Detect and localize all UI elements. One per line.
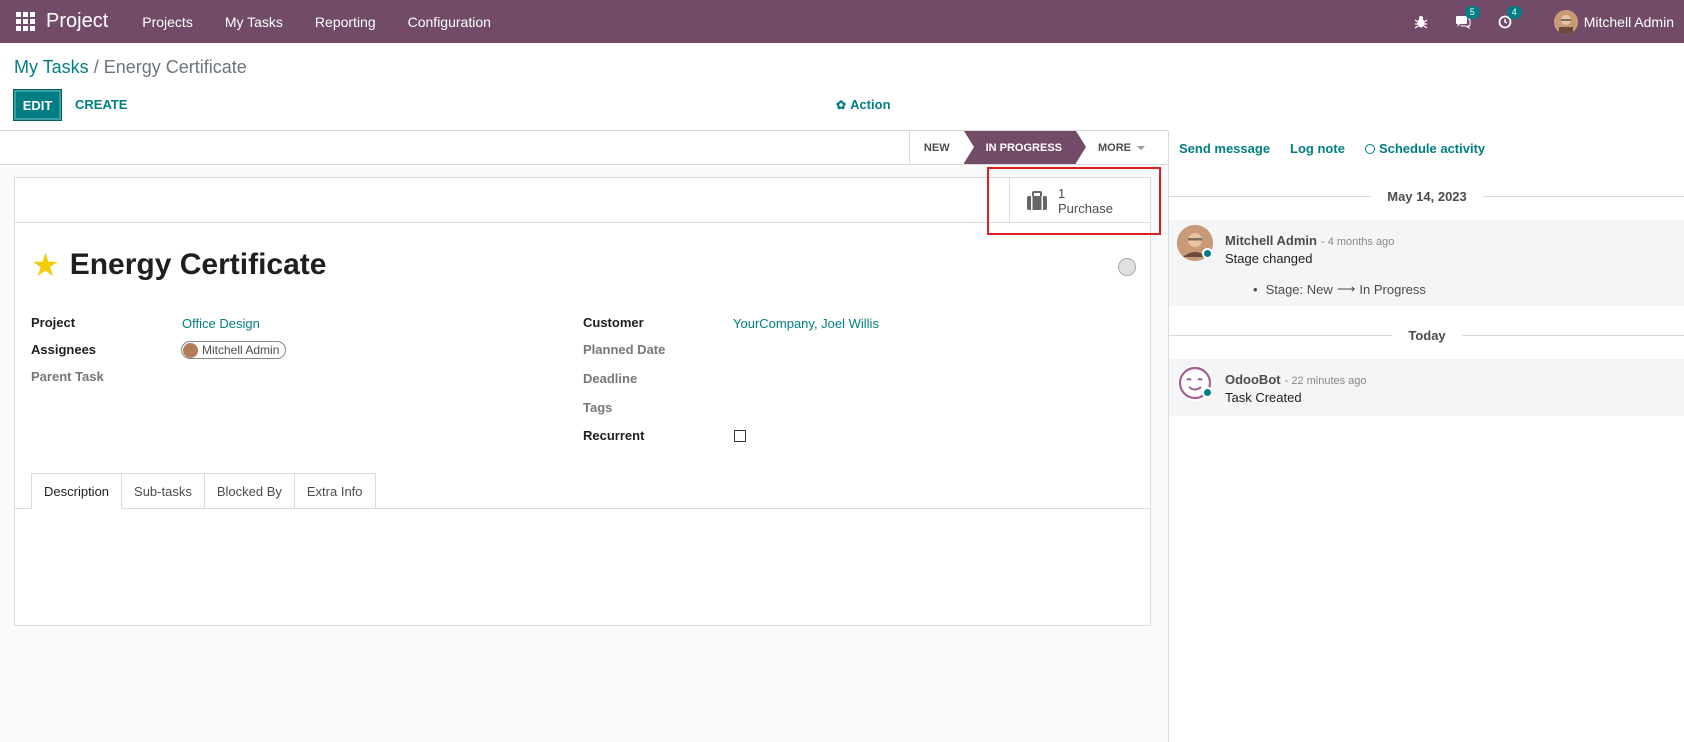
tags-label: Tags: [583, 400, 613, 415]
systray: 5 4 Mitchell Admin: [1400, 0, 1684, 43]
tab-blocked-by[interactable]: Blocked By: [203, 473, 295, 508]
arrow-right-icon: ⟶: [1336, 281, 1356, 296]
menu-projects[interactable]: Projects: [126, 14, 209, 30]
clock-icon: [1364, 143, 1375, 154]
user-menu[interactable]: Mitchell Admin: [1553, 9, 1674, 34]
message-timestamp: - 4 months ago: [1320, 236, 1395, 248]
activity-count-badge: 4: [1506, 5, 1522, 19]
title-row: ★ Energy Certificate: [31, 248, 326, 282]
stage-more-label: MORE: [1098, 141, 1131, 154]
customer-value-link[interactable]: YourCompany, Joel Willis: [733, 316, 879, 331]
assignee-name: Mitchell Admin: [202, 343, 280, 357]
menu-configuration[interactable]: Configuration: [392, 14, 507, 30]
notebook-tabs: Description Sub-tasks Blocked By Extra I…: [31, 473, 376, 509]
create-button[interactable]: CREATE: [75, 97, 127, 112]
stage-more-dropdown[interactable]: MORE: [1076, 131, 1153, 164]
message-author[interactable]: OdooBot - 22 minutes ago: [1225, 372, 1367, 387]
message-timestamp: - 22 minutes ago: [1284, 375, 1367, 387]
message-body: Task Created: [1225, 390, 1302, 405]
breadcrumb-my-tasks[interactable]: My Tasks: [14, 57, 89, 77]
breadcrumb-separator: /: [93, 57, 99, 77]
chat-icon[interactable]: 5: [1455, 5, 1480, 30]
date-separator-1-label: May 14, 2023: [1387, 188, 1467, 204]
deadline-label: Deadline: [583, 371, 638, 386]
chevron-down-icon: [1137, 145, 1145, 150]
menu-reporting[interactable]: Reporting: [299, 14, 392, 30]
assignee-tag[interactable]: Mitchell Admin: [181, 341, 287, 359]
message-item: OdooBot - 22 minutes ago Task Created: [1169, 359, 1684, 416]
send-message-button[interactable]: Send message: [1179, 141, 1270, 156]
user-avatar: [1553, 9, 1578, 34]
stage-new[interactable]: NEW: [910, 131, 964, 164]
debug-bug-icon[interactable]: [1413, 14, 1429, 30]
date-separator-2-label: Today: [1408, 327, 1446, 343]
planned-date-label: Planned Date: [583, 342, 666, 357]
edit-button[interactable]: EDIT: [13, 89, 62, 121]
form-sheet: 1 Purchase ★ Energy Certificate Project …: [14, 177, 1151, 626]
chat-count-badge: 5: [1464, 5, 1480, 19]
message-body: Stage changed: [1225, 251, 1313, 266]
star-icon[interactable]: ★: [31, 249, 60, 281]
apps-menu-icon[interactable]: [14, 11, 36, 33]
date-separator-2: Today: [1169, 327, 1684, 343]
heart-status-icon: [1202, 387, 1213, 398]
breadcrumb: My Tasks / Energy Certificate: [14, 57, 247, 78]
message-author-name: Mitchell Admin: [1225, 233, 1317, 248]
action-label: Action: [850, 97, 891, 112]
smart-button-box: 1 Purchase: [15, 178, 1150, 223]
online-status-dot: [1202, 248, 1213, 259]
recurrent-checkbox[interactable]: [734, 430, 746, 442]
chatter-panel: Send message Log note Schedule activity …: [1168, 131, 1684, 742]
assignees-label: Assignees: [31, 342, 97, 357]
menu-my-tasks[interactable]: My Tasks: [209, 14, 299, 30]
tab-extra-info[interactable]: Extra Info: [293, 473, 376, 508]
tracking-new: In Progress: [1359, 281, 1426, 297]
user-name: Mitchell Admin: [1583, 13, 1674, 30]
stage-in-progress[interactable]: IN PROGRESS: [963, 131, 1087, 164]
tracking-old: Stage: New: [1265, 281, 1333, 297]
project-label: Project: [31, 315, 76, 330]
message-author-name: OdooBot: [1225, 372, 1281, 387]
schedule-activity-button[interactable]: Schedule activity: [1364, 141, 1486, 156]
assignee-avatar: [183, 342, 198, 358]
recurrent-label: Recurrent: [583, 428, 645, 443]
parent-task-label: Parent Task: [31, 369, 104, 384]
kanban-state-indicator[interactable]: [1118, 258, 1136, 276]
breadcrumb-current: Energy Certificate: [103, 57, 247, 77]
stage-selector: NEW IN PROGRESS MORE: [908, 131, 1153, 164]
highlight-annotation-box: [987, 167, 1161, 235]
tabs-divider: [15, 508, 1150, 509]
chatter-topbar: Send message Log note Schedule activity: [1179, 141, 1485, 156]
tracking-value: • Stage: New ⟶ In Progress: [1253, 281, 1426, 297]
tab-description[interactable]: Description: [31, 473, 123, 509]
action-menu-button[interactable]: ✿ Action: [836, 97, 891, 112]
log-note-button[interactable]: Log note: [1290, 141, 1345, 156]
message-author[interactable]: Mitchell Admin - 4 months ago: [1225, 233, 1394, 248]
gear-icon: ✿: [836, 97, 847, 112]
tab-sub-tasks[interactable]: Sub-tasks: [121, 473, 205, 508]
statusbar: NEW IN PROGRESS MORE: [0, 131, 1168, 165]
message-item: Mitchell Admin - 4 months ago Stage chang…: [1169, 220, 1684, 306]
schedule-activity-label: Schedule activity: [1378, 141, 1486, 156]
top-navbar: Project Projects My Tasks Reporting Conf…: [0, 0, 1684, 43]
customer-label: Customer: [583, 315, 644, 330]
task-title: Energy Certificate: [69, 248, 327, 281]
app-brand[interactable]: Project: [46, 10, 108, 33]
project-value-link[interactable]: Office Design: [182, 316, 260, 331]
activity-clock-icon[interactable]: 4: [1497, 5, 1522, 30]
date-separator-1: May 14, 2023: [1169, 188, 1684, 204]
